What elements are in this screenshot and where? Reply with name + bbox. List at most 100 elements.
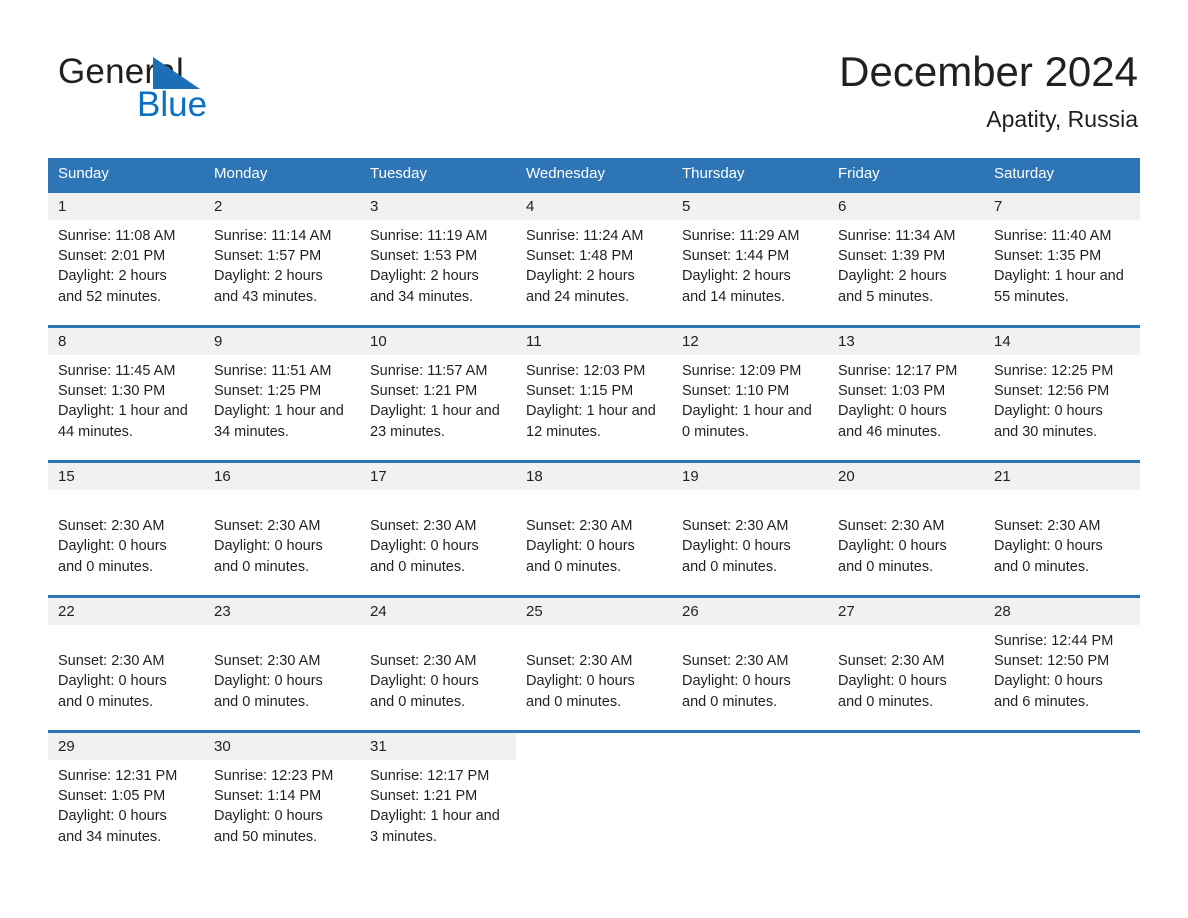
day-detail-line: Sunset: 2:30 AM — [526, 518, 633, 535]
day-detail-line: Daylight: 0 hours — [838, 538, 947, 555]
day-detail-line: Sunset: 2:30 AM — [370, 518, 477, 535]
day-details: Sunset: 2:30 AM Daylight: 0 hours and 0 mi… — [828, 625, 984, 712]
day-detail-spacer — [682, 631, 820, 651]
calendar-day-cell[interactable]: 21 Sunset: 2:30 AM Daylight: 0 hours and 0 … — [984, 463, 1140, 595]
day-detail-line: Daylight: 2 hours — [370, 268, 479, 285]
calendar-day-cell[interactable]: 7 Sunrise: 11:40 AM Sunset: 1:35 PM Dayligh… — [984, 193, 1140, 325]
day-details: Sunrise: 11:24 AM Sunset: 1:48 PM Daylight… — [516, 220, 672, 307]
calendar-day-cell[interactable]: 6 Sunrise: 11:34 AM Sunset: 1:39 PM Dayligh… — [828, 193, 984, 325]
calendar-grid: Sunday Monday Tuesday Wednesday Thursday… — [48, 158, 1140, 850]
day-detail-spacer — [838, 631, 976, 651]
weekday-wednesday: Wednesday — [526, 165, 605, 182]
day-number: 30 — [214, 738, 231, 755]
day-number-strip: 10 — [360, 328, 516, 355]
day-number: 23 — [214, 603, 231, 620]
day-number-strip: 8 — [48, 328, 204, 355]
day-number-strip: 22 — [48, 598, 204, 625]
calendar-day-cell[interactable]: 30 Sunrise: 12:23 PM Sunset: 1:14 PM Daylig… — [204, 733, 360, 850]
day-detail-line: Sunrise: 11:29 AM — [682, 228, 800, 244]
day-detail-line: Daylight: 0 hours — [994, 403, 1103, 420]
calendar-weeks: 1 Sunrise: 11:08 AM Sunset: 2:01 PM Dayligh… — [48, 190, 1140, 850]
day-detail-line: Daylight: 0 hours — [214, 538, 323, 555]
day-detail-line: and 0 minutes. — [214, 558, 310, 575]
day-details: Sunset: 2:30 AM Daylight: 0 hours and 0 mi… — [48, 490, 204, 577]
calendar-day-cell[interactable]: 15 Sunset: 2:30 AM Daylight: 0 hours and 0 … — [48, 463, 204, 595]
day-number-strip: 23 — [204, 598, 360, 625]
day-details: Sunset: 2:30 AM Daylight: 0 hours and 0 mi… — [984, 490, 1140, 577]
day-detail-line: Sunrise: 11:57 AM — [370, 363, 488, 379]
calendar-day-cell[interactable]: 19 Sunset: 2:30 AM Daylight: 0 hours and 0 … — [672, 463, 828, 595]
calendar-day-cell[interactable]: 23 Sunset: 2:30 AM Daylight: 0 hours and 0 … — [204, 598, 360, 730]
day-number-strip: 9 — [204, 328, 360, 355]
day-detail-line: and 43 minutes. — [214, 288, 318, 305]
day-detail-line: and 46 minutes. — [838, 423, 942, 440]
calendar-day-cell[interactable]: 17 Sunset: 2:30 AM Daylight: 0 hours and 0 … — [360, 463, 516, 595]
calendar-day-cell[interactable]: 24 Sunset: 2:30 AM Daylight: 0 hours and 0 … — [360, 598, 516, 730]
day-detail-line: Sunrise: 12:25 PM — [994, 363, 1114, 379]
calendar-day-cell[interactable]: 1 Sunrise: 11:08 AM Sunset: 2:01 PM Dayligh… — [48, 193, 204, 325]
weekday-thursday: Thursday — [682, 165, 745, 182]
day-detail-line: Daylight: 0 hours — [214, 808, 323, 825]
day-detail-line: Sunrise: 12:09 PM — [682, 363, 802, 379]
calendar-day-cell[interactable]: 18 Sunset: 2:30 AM Daylight: 0 hours and 0 … — [516, 463, 672, 595]
day-details: Sunrise: 11:08 AM Sunset: 2:01 PM Daylight… — [48, 220, 204, 307]
day-detail-line: Daylight: 1 hour and — [370, 808, 500, 825]
day-details: Sunrise: 12:31 PM Sunset: 1:05 PM Daylight… — [48, 760, 204, 847]
calendar-day-cell[interactable]: 16 Sunset: 2:30 AM Daylight: 0 hours and 0 … — [204, 463, 360, 595]
day-detail-line: Daylight: 1 hour and — [526, 403, 656, 420]
calendar-day-cell[interactable]: 11 Sunrise: 12:03 PM Sunset: 1:15 PM Daylig… — [516, 328, 672, 460]
calendar-day-cell[interactable]: 26 Sunset: 2:30 AM Daylight: 0 hours and 0 … — [672, 598, 828, 730]
day-number: 28 — [994, 603, 1011, 620]
day-number: 18 — [526, 468, 543, 485]
day-details: Sunset: 2:30 AM Daylight: 0 hours and 0 mi… — [48, 625, 204, 712]
day-number-strip: 7 — [984, 193, 1140, 220]
calendar-day-cell[interactable]: 29 Sunrise: 12:31 PM Sunset: 1:05 PM Daylig… — [48, 733, 204, 850]
calendar-page: General Blue December 2024 Apatity, Russ… — [0, 0, 1188, 918]
day-number: 10 — [370, 333, 387, 350]
calendar-day-cell[interactable]: 10 Sunrise: 11:57 AM Sunset: 1:21 PM Daylig… — [360, 328, 516, 460]
day-number-strip: 15 — [48, 463, 204, 490]
day-detail-line: Daylight: 2 hours — [214, 268, 323, 285]
calendar-day-cell[interactable]: 20 Sunset: 2:30 AM Daylight: 0 hours and 0 … — [828, 463, 984, 595]
day-detail-line: Sunrise: 12:17 PM — [838, 363, 958, 379]
day-detail-line: Sunrise: 11:45 AM — [58, 363, 176, 379]
calendar-day-cell[interactable]: 4 Sunrise: 11:24 AM Sunset: 1:48 PM Dayligh… — [516, 193, 672, 325]
day-detail-line: and 0 minutes. — [526, 558, 622, 575]
day-detail-spacer — [370, 631, 508, 651]
day-detail-line: 34 minutes. — [214, 423, 289, 440]
day-detail-line: Sunset: 2:30 AM — [682, 653, 789, 670]
day-details: Sunset: 2:30 AM Daylight: 0 hours and 0 mi… — [672, 490, 828, 577]
calendar-day-cell[interactable]: 5 Sunrise: 11:29 AM Sunset: 1:44 PM Dayligh… — [672, 193, 828, 325]
day-number: 15 — [58, 468, 75, 485]
calendar-day-cell[interactable]: 13 Sunrise: 12:17 PM Sunset: 1:03 PM Daylig… — [828, 328, 984, 460]
day-details: Sunrise: 12:17 PM Sunset: 1:03 PM Daylight… — [828, 355, 984, 442]
day-number-strip: 18 — [516, 463, 672, 490]
calendar-day-cell[interactable]: 14 Sunrise: 12:25 PM Sunset: 12:56 PM Dayli… — [984, 328, 1140, 460]
day-number: 20 — [838, 468, 855, 485]
calendar-day-cell[interactable]: 12 Sunrise: 12:09 PM Sunset: 1:10 PM Daylig… — [672, 328, 828, 460]
calendar-day-cell[interactable]: 9 Sunrise: 11:51 AM Sunset: 1:25 PM Dayligh… — [204, 328, 360, 460]
day-detail-line: Sunset: 1:15 PM — [526, 383, 634, 400]
day-details: Sunrise: 11:29 AM Sunset: 1:44 PM Daylight… — [672, 220, 828, 307]
calendar-day-cell[interactable]: 31 Sunrise: 12:17 PM Sunset: 1:21 PM Daylig… — [360, 733, 516, 850]
calendar-day-cell[interactable]: 3 Sunrise: 11:19 AM Sunset: 1:53 PM Dayligh… — [360, 193, 516, 325]
day-detail-line: Sunset: 1:05 PM — [58, 788, 166, 805]
calendar-day-cell[interactable]: 25 Sunset: 2:30 AM Daylight: 0 hours and 0 … — [516, 598, 672, 730]
calendar-day-cell[interactable]: 8 Sunrise: 11:45 AM Sunset: 1:30 PM Dayligh… — [48, 328, 204, 460]
day-number-strip — [828, 733, 984, 760]
calendar-day-cell[interactable]: 2 Sunrise: 11:14 AM Sunset: 1:57 PM Dayligh… — [204, 193, 360, 325]
weekday-tuesday: Tuesday — [370, 165, 427, 182]
calendar-day-cell[interactable]: 22 Sunset: 2:30 AM Daylight: 0 hours and 0 … — [48, 598, 204, 730]
calendar-day-cell[interactable]: 28 Sunrise: 12:44 PM Sunset: 12:50 PM Dayli… — [984, 598, 1140, 730]
day-number-strip: 26 — [672, 598, 828, 625]
day-number-strip: 5 — [672, 193, 828, 220]
day-number: 21 — [994, 468, 1011, 485]
day-detail-line: and 0 minutes. — [370, 693, 466, 710]
day-number-strip: 14 — [984, 328, 1140, 355]
calendar-day-cell[interactable]: 27 Sunset: 2:30 AM Daylight: 0 hours and 0 … — [828, 598, 984, 730]
day-number: 17 — [370, 468, 387, 485]
day-details: Sunrise: 11:57 AM Sunset: 1:21 PM Daylight… — [360, 355, 516, 442]
day-detail-line: Sunset: 1:14 PM — [214, 788, 322, 805]
day-detail-line: Daylight: 0 hours — [994, 673, 1103, 690]
page-title: December 2024 — [839, 48, 1138, 95]
